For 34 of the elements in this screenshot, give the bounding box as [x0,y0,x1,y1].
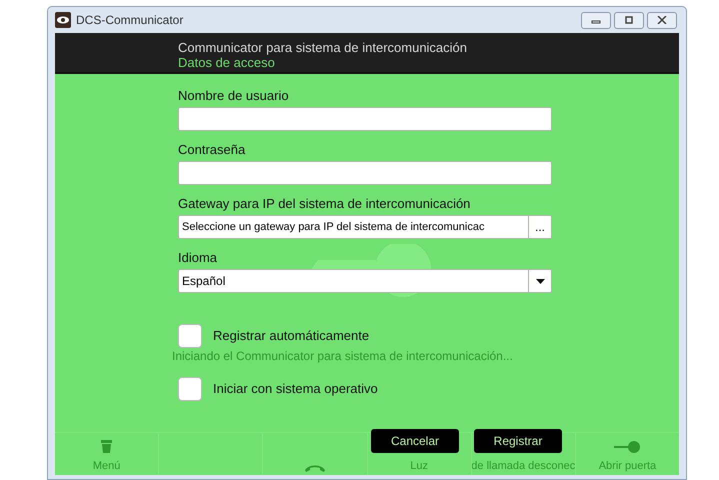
bottom-bar-label: Abrir puerta [598,460,656,472]
bottom-bar-label: de llamada desconec [472,460,575,472]
browse-button[interactable]: ... [528,216,551,238]
text-field[interactable] [178,107,552,131]
field-label: Contraseña [178,142,246,158]
dialog-button[interactable]: Cancelar [371,429,459,453]
bottom-bar-label: Menú [92,460,120,472]
close-button[interactable] [647,12,677,28]
field-label: Nombre de usuario [178,88,290,104]
dropdown-value: Español [182,273,226,290]
minimize-button[interactable] [581,12,611,28]
bottom-bar-label: Luz [410,460,428,472]
maximize-button[interactable] [614,12,644,28]
close-icon [657,16,667,24]
phone-icon [304,464,325,472]
field-label: Idioma [178,250,218,266]
field-value: Seleccione un gateway para IP del sistema de intercomunicac [182,220,486,235]
password-field[interactable] [178,161,552,185]
header-title: Communicator para sistema de intercomunicación [178,40,468,55]
app-eye-icon [55,12,71,28]
maximize-icon [624,16,634,24]
key-icon [614,441,640,453]
dialog-button[interactable]: Registrar [474,429,562,453]
trash-icon [101,440,112,453]
checkbox-label: Registrar automáticamente [213,327,370,346]
language-dropdown[interactable]: Español [178,269,552,293]
field-label: Gateway para IP del sistema de intercomunicación [178,196,472,212]
checkbox[interactable] [178,377,202,401]
status-text: Iniciando el Communicator para sistema de intercomunicación... [172,349,514,363]
header-subtitle: Datos de acceso [178,55,276,70]
window-title: DCS-Communicator [76,12,184,29]
checkbox[interactable] [178,324,202,348]
checkbox-label: Iniciar con sistema operativo [213,380,378,398]
gateway-field[interactable]: Seleccione un gateway para IP del sistema de intercomunicac ... [178,215,552,239]
